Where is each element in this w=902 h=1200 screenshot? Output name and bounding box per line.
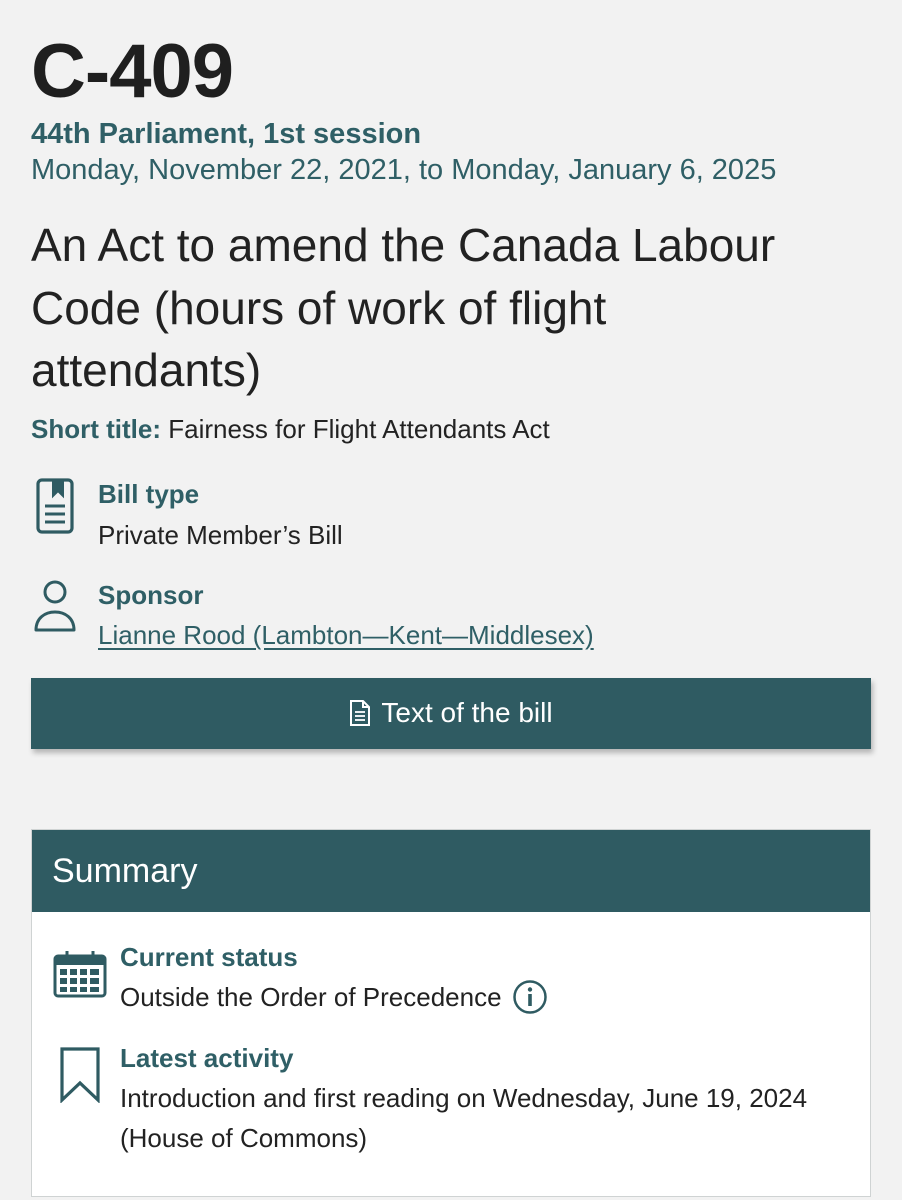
latest-activity-section: Latest activity Introduction and first r… [52, 1038, 850, 1159]
current-status-value: Outside the Order of Precedence [120, 982, 502, 1013]
summary-header: Summary [32, 830, 870, 912]
latest-activity-value: Introduction and first reading on Wednes… [120, 1082, 808, 1154]
latest-activity-label: Latest activity [120, 1042, 294, 1073]
summary-panel: Summary Current status Outside the Order… [31, 829, 871, 1198]
text-of-the-bill-button[interactable]: Text of the bill [31, 677, 871, 749]
person-icon [31, 575, 79, 639]
bill-type-section: Bill type Private Member’s Bill [31, 474, 871, 555]
session-date-range: Monday, November 22, 2021, to Monday, Ja… [31, 154, 777, 187]
sponsor-text: Sponsor Lianne Rood (Lambton—Kent—Middle… [98, 575, 594, 656]
text-of-the-bill-label: Text of the bill [381, 697, 553, 729]
sponsor-label: Sponsor [98, 580, 204, 611]
bill-page: C-409 44th Parliament, 1st session Monda… [0, 0, 902, 1200]
current-status-label: Current status [120, 942, 298, 972]
parliament-session: 44th Parliament, 1st session [31, 118, 422, 150]
latest-activity-text: Latest activity Introduction and first r… [120, 1038, 820, 1159]
summary-body: Current status Outside the Order of Prec… [32, 912, 870, 1196]
bill-title: An Act to amend the Canada Labour Code (… [31, 219, 776, 396]
bill-type-label: Bill type [98, 479, 200, 510]
current-status-text: Current status Outside the Order of Prec… [120, 937, 548, 1018]
current-status-line: Outside the Order of Precedence [120, 977, 548, 1017]
short-title-label: Short title: [31, 413, 161, 444]
document-icon [349, 699, 371, 727]
short-title-value: Fairness for Flight Attendants Act [168, 413, 550, 444]
bookmark-icon [52, 1038, 108, 1103]
info-circle-icon[interactable] [512, 979, 548, 1015]
calendar-icon [52, 937, 108, 1001]
bill-number: C-409 [31, 29, 234, 114]
sponsor-section: Sponsor Lianne Rood (Lambton—Kent—Middle… [31, 575, 871, 656]
bill-type-value: Private Member’s Bill [98, 519, 343, 550]
document-bookmark-icon [31, 474, 79, 538]
sponsor-link[interactable]: Lianne Rood (Lambton—Kent—Middlesex) [98, 615, 594, 655]
bill-type-text: Bill type Private Member’s Bill [98, 474, 343, 555]
current-status-section: Current status Outside the Order of Prec… [52, 937, 850, 1018]
short-title: Short title: Fairness for Flight Attenda… [31, 411, 871, 449]
